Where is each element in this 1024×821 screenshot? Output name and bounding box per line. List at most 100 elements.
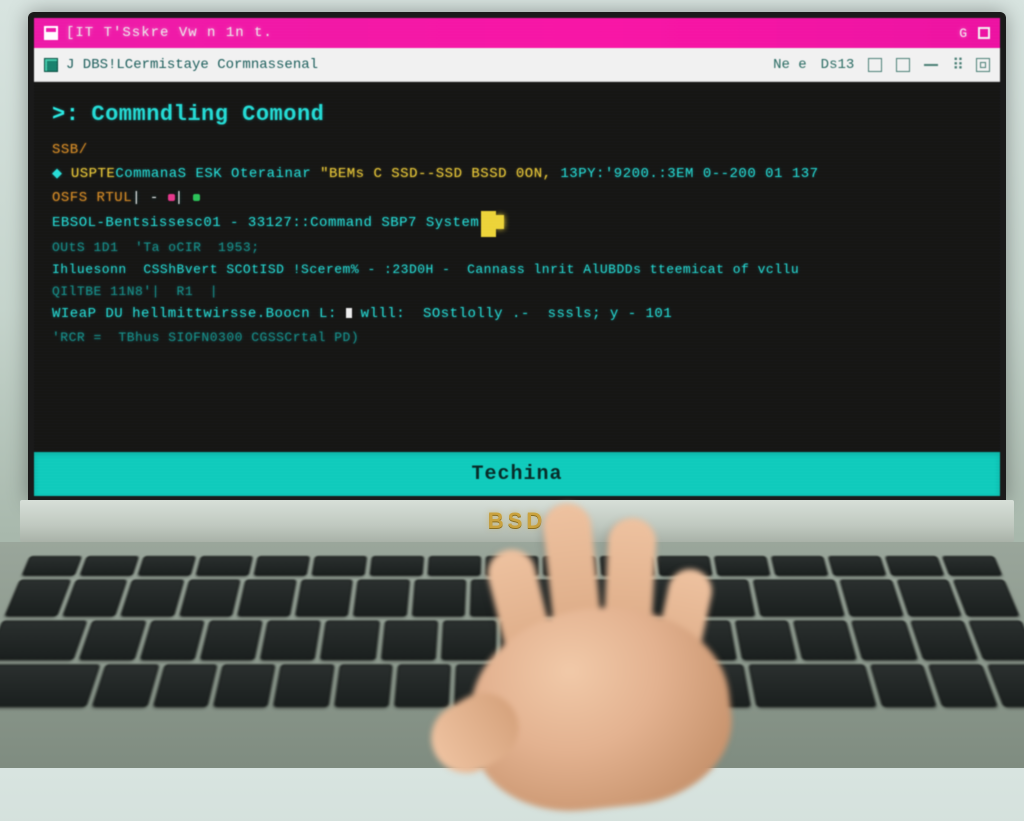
key [515,664,570,706]
key [527,580,580,617]
terminal-body[interactable]: >: Commndling Comond SSB/ ◆ USPTECommana… [34,82,1000,452]
key [353,580,409,617]
laptop-brand-logo: BSD [488,508,546,534]
key-tab [0,620,88,659]
key [840,580,903,617]
key [690,664,751,706]
term-line-7: QIlTBE 11N8'| R1 | [52,281,982,303]
key [631,664,690,706]
status-bar: Techina [34,452,1000,496]
key [657,556,712,576]
key [394,664,451,706]
key [573,664,630,706]
key [441,620,496,659]
keyboard [0,556,1024,707]
toolbar-app-icon [44,58,58,72]
toolbar-box-icon-2[interactable] [896,58,910,72]
key [381,620,438,659]
keyboard-fn-row [22,556,1003,576]
key [543,556,596,576]
keyboard-row-2 [0,620,1024,659]
menu-item-a[interactable]: Ne e [773,57,807,73]
key [412,580,466,617]
key [852,620,918,659]
term-line-1: SSB/ [52,139,982,163]
highlight-bar [481,211,496,237]
key [196,556,253,576]
maximize-icon[interactable] [976,58,990,72]
key [793,620,857,659]
status-bar-label: Techina [471,463,562,486]
key-caps [0,664,101,706]
key [370,556,424,576]
window-titlebar: [IT T'Sskre Vw n 1n t. G [34,18,1000,48]
laptop-deck [0,542,1024,768]
titlebar-glyph-a: G [959,26,968,41]
key-backspace [753,580,845,617]
term-line-5: OUtS 1D1 'Ta oCIR 1953; [52,237,982,259]
key [79,620,146,659]
key [677,620,737,659]
status-dot-pink-icon [168,194,175,201]
window-toolbar: J DBS!LCermistaye Cormnassenal Ne e Ds13… [34,48,1000,82]
prompt-chevron-icon: >: [52,96,79,133]
screen-bezel: [IT T'Sskre Vw n 1n t. G J DBS!LCermista… [28,12,1006,502]
term-line-9: 'RCR = TBhus SIOFN0300 CGSSCrtal PD) [52,327,982,349]
term-line-6: Ihluesonn CSShBvert SCOtISD !Scerem% - :… [52,259,982,281]
key [560,620,616,659]
key [501,620,556,659]
toolbar-box-icon[interactable] [868,58,882,72]
term-line-8: WIeaP DU hellmittwirsse.Boocn L: wlll: S… [52,303,982,327]
key [470,580,523,617]
terminal-header: >: Commndling Comond [52,96,982,133]
term-line-3: OSFS RTUL| - | [52,187,982,211]
key-enter [748,664,876,706]
key [92,664,159,706]
window-title: [IT T'Sskre Vw n 1n t. [66,25,273,41]
key [584,580,639,617]
key [870,664,937,706]
titlebar-glyph-b [978,27,990,39]
keyboard-row-3 [0,664,1024,706]
key [910,620,978,659]
key [714,556,770,576]
menu-item-b[interactable]: Ds13 [821,57,855,73]
terminal-heading: Commndling Comond [91,96,324,133]
key [4,580,71,617]
key [139,620,204,659]
key [63,580,128,617]
key [153,664,218,706]
toolbar-title: J DBS!LCermistaye Cormnassenal [66,57,318,73]
key [828,556,886,576]
term-line-2: ◆ USPTECommanaS ESK Oterainar "BEMs C SS… [52,163,982,187]
key [200,620,263,659]
key [213,664,276,706]
key [22,556,82,576]
key [179,580,240,617]
key [273,664,334,706]
key [771,556,828,576]
key [334,664,393,706]
key [312,556,367,576]
key [953,580,1020,617]
key [121,580,184,617]
key [697,580,756,617]
key [640,580,697,617]
key [320,620,379,659]
key [80,556,139,576]
terminal-cursor [496,215,504,229]
terminal-screen: [IT T'Sskre Vw n 1n t. G J DBS!LCermista… [34,18,1000,496]
laptop-hinge: BSD [20,500,1014,542]
key [138,556,196,576]
term-line-4: EBSOL-Bentsissesc01 - 33127::Command SBP… [52,211,982,237]
key [885,556,944,576]
key [968,620,1024,659]
key [254,556,310,576]
key [942,556,1002,576]
key [600,556,654,576]
keyboard-row-1 [4,580,1019,617]
minimize-icon[interactable] [924,64,938,66]
key [486,556,539,576]
key [237,580,297,617]
toolbar-dots-icon[interactable]: ⠿ [952,55,962,75]
